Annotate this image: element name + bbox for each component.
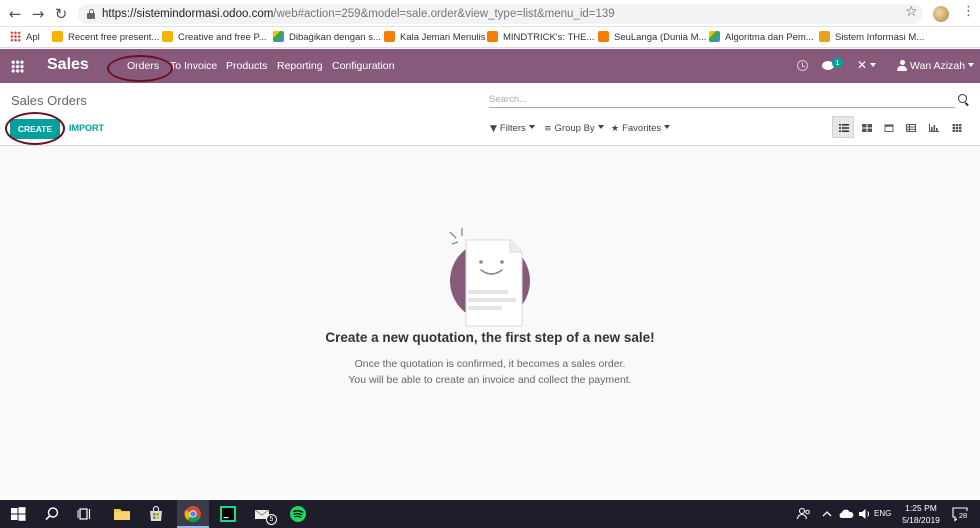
list-view-icon [839, 124, 849, 132]
taskbar-active-app[interactable] [177, 500, 209, 528]
bookmarks-bar: Apl Recent free present... Creative and … [0, 27, 980, 48]
spotify-icon[interactable] [288, 504, 308, 524]
grid-view-icon [952, 124, 962, 132]
tray-chevron-up-icon[interactable] [817, 504, 837, 524]
notification-badge: 28 [957, 511, 969, 521]
blogger-icon [487, 31, 498, 42]
favorites-star-icon: ★ [611, 124, 620, 134]
menu-reporting[interactable]: Reporting [277, 60, 323, 72]
empty-state-title: Create a new quotation, the first step o… [325, 330, 655, 345]
blogger-icon [598, 31, 609, 42]
input-language[interactable]: ENG [874, 509, 891, 518]
empty-state-text: You will be able to create an invoice an… [348, 374, 632, 386]
slides-icon [52, 31, 63, 42]
back-arrow-icon[interactable]: ← [5, 4, 25, 24]
address-bar[interactable]: https://sistemindormasi.odoo.com/web#act… [78, 4, 923, 24]
bookmark-item[interactable]: SeuLanga (Dunia M... [598, 31, 706, 44]
lock-icon [87, 9, 95, 19]
clock-time[interactable]: 1:25 PM [900, 503, 942, 513]
menu-products[interactable]: Products [226, 60, 267, 72]
blogger-icon [384, 31, 395, 42]
grid-view-button[interactable] [945, 116, 967, 138]
kanban-view-icon [862, 124, 872, 132]
bar-chart-icon [929, 124, 939, 132]
onedrive-cloud-icon[interactable] [836, 504, 856, 524]
browser-menu-icon[interactable]: ⋮ [962, 4, 975, 19]
task-view-icon[interactable] [75, 504, 95, 524]
bookmark-item[interactable]: MINDTRICK's: THE... [487, 31, 594, 44]
filters-dropdown[interactable]: ▼ Filters [490, 123, 535, 134]
user-icon[interactable] [897, 60, 907, 71]
menu-to-invoice[interactable]: To Invoice [170, 60, 217, 72]
drive-icon [273, 31, 284, 42]
empty-state-text: Once the quotation is confirmed, it beco… [354, 358, 626, 370]
calendar-view-button[interactable] [877, 116, 899, 138]
store-icon[interactable] [146, 504, 166, 524]
bookmark-apps[interactable]: Apl [10, 31, 40, 44]
search-input[interactable] [489, 91, 955, 108]
bookmark-item[interactable]: Dibagikan dengan s... [273, 31, 381, 44]
volume-icon[interactable] [855, 504, 875, 524]
site-icon [819, 31, 830, 42]
user-menu[interactable]: Wan Azizah [910, 60, 975, 72]
mail-badge: 5 [266, 514, 277, 525]
pycharm-icon[interactable] [218, 504, 238, 524]
people-icon[interactable] [794, 504, 814, 524]
favorites-dropdown[interactable]: ★ Favorites [611, 123, 671, 134]
control-panel: Sales Orders CREATE IMPORT ▼Filters ≡Gro… [0, 83, 980, 146]
import-button[interactable]: IMPORT [69, 123, 104, 133]
slides-icon [162, 31, 173, 42]
apps-grid-icon [10, 31, 21, 42]
filter-funnel-icon: ▼ [490, 124, 497, 134]
windows-taskbar: 5 ENG 1:25 PM 5/18/2019 28 [0, 500, 980, 528]
activity-clock-icon[interactable] [797, 60, 808, 71]
file-explorer-icon[interactable] [112, 504, 132, 524]
chat-badge: 1 [832, 58, 843, 68]
windows-start-icon[interactable] [8, 504, 28, 524]
pivot-view-button[interactable] [899, 116, 921, 138]
forward-arrow-icon[interactable]: → [28, 4, 48, 24]
url-host: https://sistemindormasi.odoo.com [102, 8, 274, 20]
url-path: /web#action=259&model=sale.order&view_ty… [273, 8, 615, 20]
drive-icon [709, 31, 720, 42]
bookmark-item[interactable]: Recent free present... [52, 31, 159, 44]
app-title[interactable]: Sales [47, 56, 89, 74]
page-title: Sales Orders [11, 93, 87, 108]
search-icon[interactable] [42, 504, 62, 524]
calendar-view-icon [884, 124, 894, 132]
empty-document-illustration [449, 228, 530, 327]
bookmark-item[interactable]: Sistem Informasi M... [819, 31, 924, 44]
search-icon[interactable] [958, 94, 967, 103]
chrome-icon [184, 506, 201, 523]
bookmark-star-icon[interactable]: ☆ [905, 4, 918, 20]
reload-icon[interactable]: ↻ [51, 4, 71, 24]
group-by-bars-icon: ≡ [544, 124, 552, 134]
browser-toolbar: ← → ↻ https://sistemindormasi.odoo.com/w… [0, 0, 980, 27]
debug-tools-icon[interactable]: ✕ [857, 58, 877, 72]
annotation-circle [107, 55, 173, 82]
annotation-circle [5, 112, 65, 145]
pivot-view-icon [906, 124, 916, 132]
bookmark-item[interactable]: Algoritma dan Pem... [709, 31, 814, 44]
menu-configuration[interactable]: Configuration [332, 60, 394, 72]
bookmark-item[interactable]: Creative and free P... [162, 31, 267, 44]
clock-date[interactable]: 5/18/2019 [900, 515, 942, 525]
profile-avatar[interactable] [933, 6, 949, 22]
group-by-dropdown[interactable]: ≡ Group By [544, 123, 604, 134]
graph-view-button[interactable] [922, 116, 944, 138]
list-view-button[interactable] [832, 116, 854, 138]
kanban-view-button[interactable] [855, 116, 877, 138]
bookmark-item[interactable]: Kala Jemari Menulis [384, 31, 486, 44]
apps-menu-icon[interactable] [11, 60, 24, 73]
